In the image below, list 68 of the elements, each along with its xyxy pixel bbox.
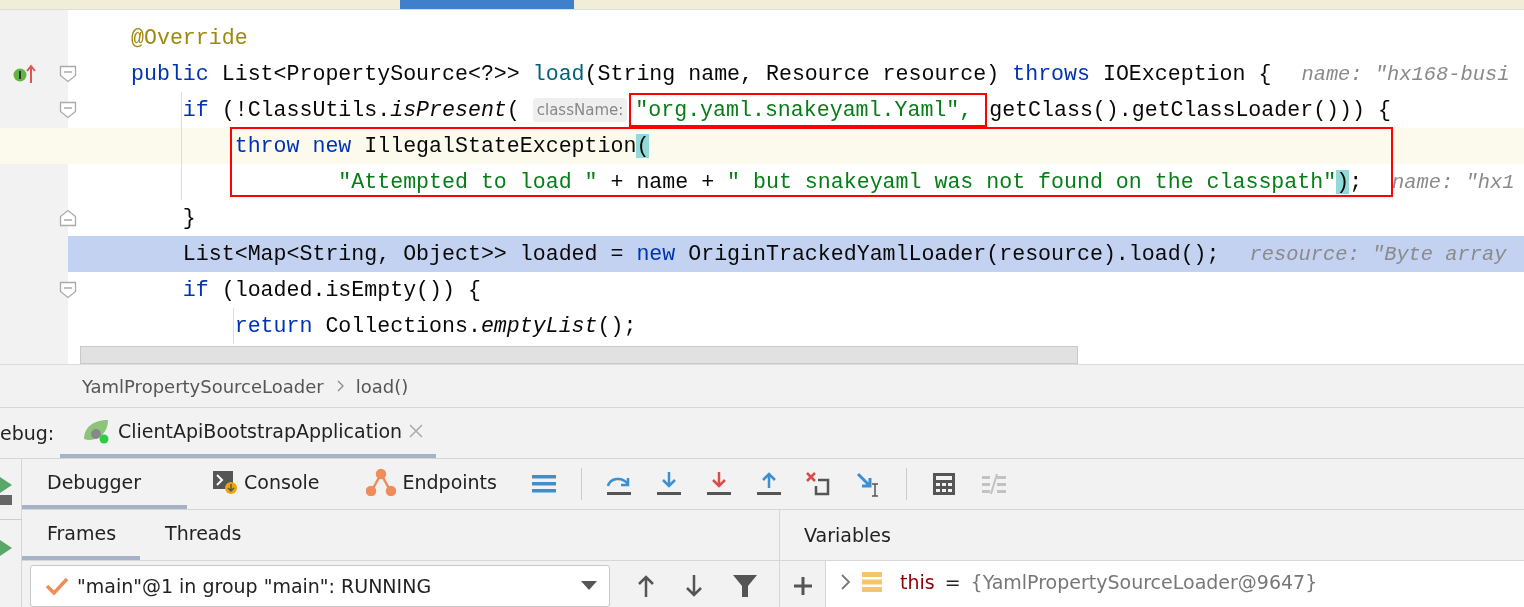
chevron-right-icon [335,380,344,392]
code-text: OriginTrackedYamlLoader(resource).load(); [687,242,1220,266]
fold-marker-icon[interactable] [59,65,77,83]
filter-icon[interactable] [732,574,758,598]
code-text: Collections. [324,314,481,338]
down-arrow-icon[interactable] [684,574,704,598]
inline-value: resource: "Byte array [1249,242,1507,266]
panel-tab[interactable]: Console [187,459,342,509]
variable-value: {YamlPropertySourceLoader@9647} [970,571,1318,593]
method-name: load [532,62,585,86]
code-keyword: throws [1012,62,1090,86]
code-text: (); [597,314,637,338]
session-tab[interactable]: ClientApiBootstrapApplication [60,408,437,458]
endpoints-icon [366,468,397,496]
string-literal: "org.yaml.snakeyaml.Yaml", [629,93,988,127]
fold-marker-icon[interactable] [59,209,77,227]
horizontal-scrollbar[interactable] [80,346,1078,364]
inline-value: name: "hx168-busi [1301,62,1510,86]
code-text: IOException { [1101,62,1272,86]
breadcrumb[interactable]: YamlPropertySourceLoader [82,375,324,397]
variable-name: this [900,571,935,593]
code-text: } [181,206,196,230]
code-text: (!ClassUtils. [220,98,391,122]
breadcrumb[interactable]: load() [355,375,409,397]
field-icon [862,571,882,593]
panel-title: Variables [804,524,891,546]
implements-icon[interactable] [12,63,38,85]
annotation: @Override [131,26,248,50]
panel-tab[interactable]: Threads [140,510,266,560]
code-text: ; [1349,170,1363,194]
panel-tab[interactable]: Endpoints [341,459,519,509]
matched-brace: ) [1336,170,1350,194]
expand-chevron-icon[interactable] [840,573,852,591]
dropdown-value: "main"@1 in group "main": RUNNING [77,575,433,597]
thread-dropdown[interactable]: "main"@1 in group "main": RUNNING [30,565,610,607]
panel-tab[interactable]: Frames [22,510,141,560]
code-text: List<Map<String, Object>> loaded = [181,242,625,266]
code-keyword: new [636,242,676,266]
method-call: isPresent [390,98,507,122]
code-keyword: throw new [233,134,352,158]
code-text: (String name, Resource resource) [584,62,1001,86]
caret-icon [581,581,597,591]
string-literal: "Attempted to load " [337,170,598,194]
add-icon[interactable] [792,576,813,596]
code-text: (loaded.isEmpty()) { [220,278,481,302]
resume-icon[interactable] [0,538,14,558]
fold-marker-icon[interactable] [59,101,77,119]
code-text: List<PropertySource<?>> [220,62,521,86]
inline-value: name: "hx1 [1392,170,1515,194]
equals-sign: = [944,571,961,593]
checkmark-icon [45,576,69,596]
code-keyword: if [181,278,209,302]
fold-marker-icon[interactable] [59,281,77,299]
panel-label: ebug: [0,422,56,444]
code-keyword: public [131,62,209,86]
code-keyword: if [181,98,209,122]
up-arrow-icon[interactable] [636,574,656,598]
code-text: getClass().getClassLoader())) { [989,98,1391,122]
panel-tab[interactable]: Debugger [22,459,188,509]
code-keyword: return [233,314,313,338]
code-text: + name + [609,170,716,194]
console-icon [212,469,239,495]
string-literal: " but snakeyaml was not found on the classpath" [727,170,1337,194]
parameter-hint: className: [532,98,628,122]
code-text: ( [506,98,521,122]
code-text: IllegalStateException [363,134,637,158]
matched-brace: ( [636,134,650,158]
method-call: emptyList [480,314,598,338]
